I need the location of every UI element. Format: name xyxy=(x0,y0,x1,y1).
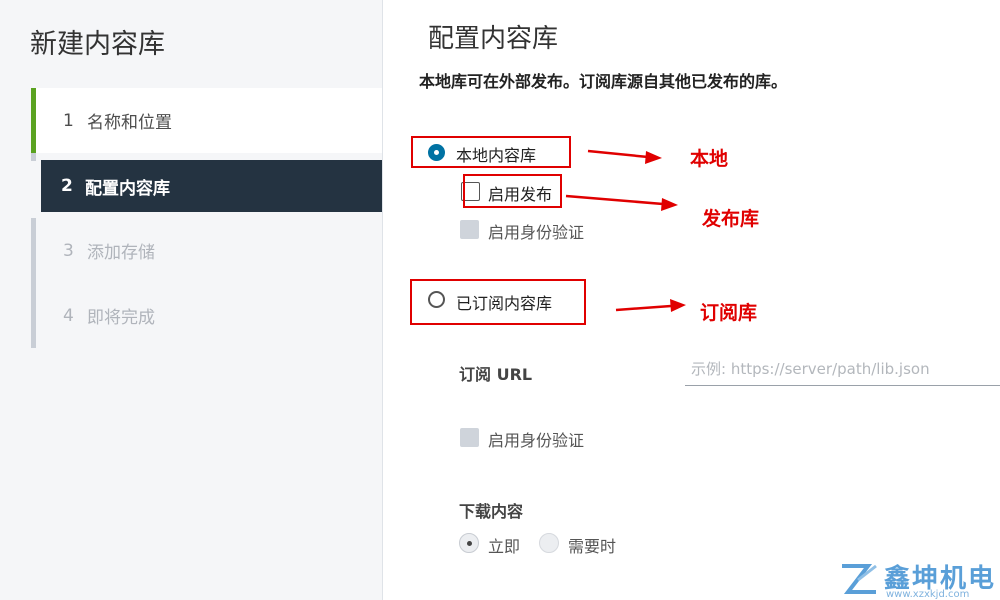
download-immediately-radio xyxy=(459,533,479,553)
step-number: 2 xyxy=(61,176,73,196)
wizard-steps: 1 名称和位置 2 配置内容库 3 添加存储 4 即将完成 xyxy=(31,88,382,348)
watermark: 鑫坤机电 www.xzxkjd.com xyxy=(838,558,1000,600)
download-immediately-label: 立即 xyxy=(488,537,521,556)
page-title: 配置内容库 xyxy=(428,24,559,54)
download-on-demand-radio xyxy=(539,533,559,553)
step-ready-to-complete: 4 即将完成 xyxy=(31,283,382,348)
step-label: 即将完成 xyxy=(87,308,155,328)
step-number: 3 xyxy=(63,240,74,261)
annotation-local: 本地 xyxy=(690,148,729,170)
step-add-storage: 3 添加存储 xyxy=(31,218,382,283)
wizard-title: 新建内容库 xyxy=(30,29,165,60)
page-description: 本地库可在外部发布。订阅库源自其他已发布的库。 xyxy=(419,72,788,91)
wizard-sidebar: 新建内容库 1 名称和位置 2 配置内容库 3 添加存储 4 即将完成 xyxy=(0,0,383,600)
watermark-logo-icon xyxy=(842,564,877,594)
step-label: 添加存储 xyxy=(87,243,155,263)
step-number: 1 xyxy=(63,110,74,131)
subscription-url-label: 订阅 URL xyxy=(459,365,533,384)
annotation-box-subscribed xyxy=(410,279,586,325)
enable-auth-subscribed-checkbox xyxy=(460,428,479,447)
watermark-url: www.xzxkjd.com xyxy=(886,589,970,600)
enable-auth-subscribed-label: 启用身份验证 xyxy=(488,431,585,450)
step-label: 配置内容库 xyxy=(85,178,170,199)
step-number: 4 xyxy=(63,305,74,326)
annotation-box-publish xyxy=(463,174,562,208)
annotation-box-local xyxy=(411,136,571,168)
annotation-subscribed: 订阅库 xyxy=(700,302,758,324)
step-label: 名称和位置 xyxy=(87,113,172,133)
subscription-url-input[interactable] xyxy=(685,352,1000,386)
enable-auth-local-checkbox xyxy=(460,220,479,239)
step-configure-library[interactable]: 2 配置内容库 xyxy=(41,160,382,212)
annotation-publish: 发布库 xyxy=(702,208,760,230)
download-content-label: 下载内容 xyxy=(459,502,524,521)
download-on-demand-label: 需要时 xyxy=(568,537,617,556)
enable-auth-local-label: 启用身份验证 xyxy=(488,223,585,242)
step-name-location[interactable]: 1 名称和位置 xyxy=(31,88,382,153)
step-rail-divider xyxy=(31,153,36,161)
